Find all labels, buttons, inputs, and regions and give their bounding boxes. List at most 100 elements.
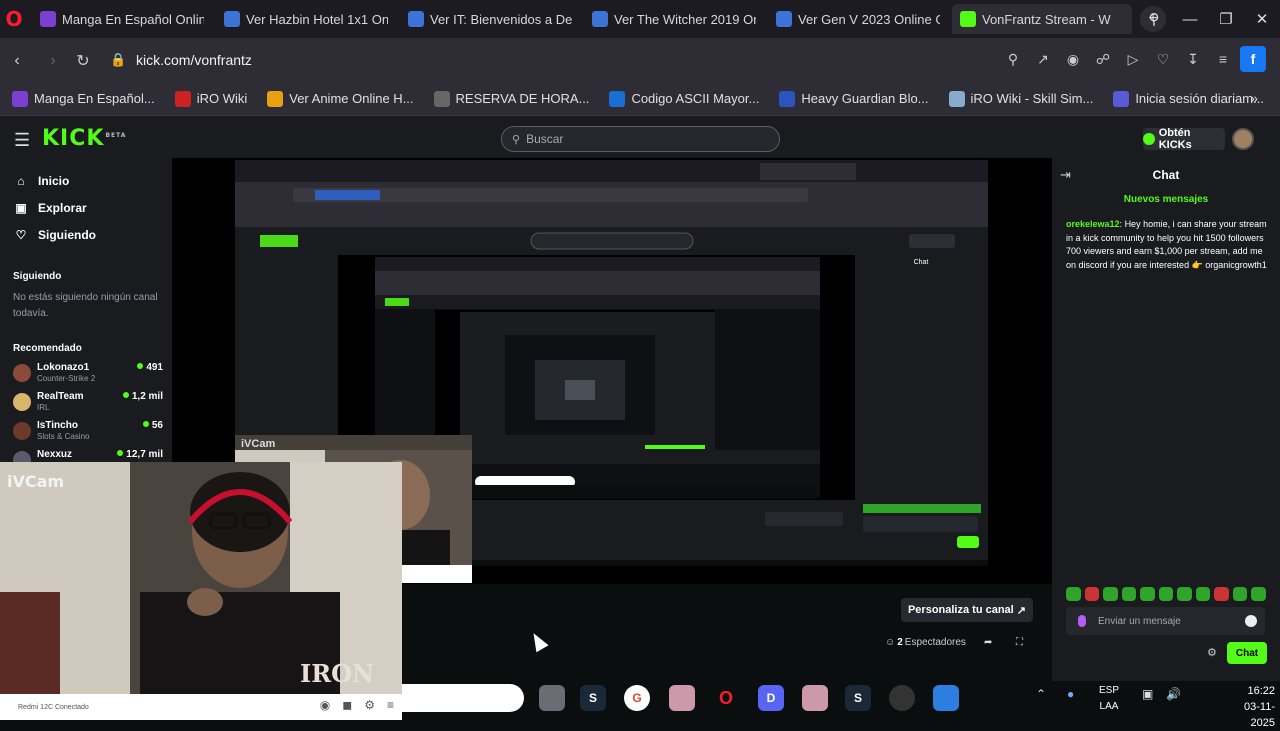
chat-input[interactable]: Enviar un mensaje [1066,607,1265,635]
tray-chevron-icon[interactable]: ⌃ [1036,687,1046,701]
emote-icon[interactable] [1066,587,1081,601]
volume-icon[interactable]: 🔊 [1166,687,1181,701]
bookmark-item[interactable]: Codigo ASCII Mayor... [609,90,759,107]
photo-icon[interactable]: ◉ [320,698,330,712]
shield-icon[interactable]: ☍ [1090,46,1116,72]
emote-icon[interactable] [1140,587,1155,601]
recommended-channel[interactable]: RealTeam IRL 1,2 mil [13,389,163,417]
browser-tab[interactable]: VonFrantz Stream - W [952,4,1132,34]
bookmark-item[interactable]: RESERVA DE HORA... [433,90,589,107]
bookmark-label: Ver Anime Online H... [289,91,414,106]
app-icon[interactable] [669,685,695,711]
emote-icon[interactable] [1084,587,1100,601]
ivcam-status-bar: Redmi 12C Conectado ◉ ◼ ⚙ ≡ [0,694,402,720]
bookmark-item[interactable]: iRO Wiki - Skill Sim... [948,90,1093,107]
kick-logo[interactable]: KICKBETA [42,126,126,151]
camera-icon[interactable]: ◉ [1060,46,1086,72]
browser-tab[interactable]: Ver Hazbin Hotel 1x1 Onli [216,4,396,34]
emote-icon[interactable] [1232,587,1248,601]
emote-icon[interactable] [1195,587,1211,601]
mic-icon[interactable] [1078,615,1086,627]
facebook-icon[interactable]: f [1240,46,1266,72]
bookmark-label: Inicia sesión diariam... [1135,91,1264,106]
back-button[interactable]: ‹ [0,52,34,70]
fullscreen-icon[interactable]: ⛶ [1016,637,1023,648]
bookmark-item[interactable]: Manga En Español... [12,90,155,107]
emote-icon[interactable] [1177,587,1192,601]
play-icon[interactable]: ▷ [1120,46,1146,72]
url-field[interactable]: kick.com/vonfrantz [136,52,252,68]
bookmark-favicon-icon [267,90,284,107]
tab-favicon-icon [776,11,792,27]
share-icon[interactable]: ➦ [984,637,992,648]
bookmarks-more-icon[interactable]: » [1250,90,1258,106]
chat-settings-icon[interactable]: ⚙ [1207,646,1217,659]
menu-icon[interactable]: ☰ [14,130,30,151]
close-window-button[interactable]: ✕ [1244,10,1280,28]
new-messages-banner[interactable]: Nuevos mensajes [1060,194,1272,210]
recommended-channel[interactable]: IsTincho Slots & Casino 56 [13,418,163,446]
bookmark-item[interactable]: Ver Anime Online H... [267,90,414,107]
browser-tab[interactable]: Ver The Witcher 2019 Onli [584,4,764,34]
send-chat-button[interactable]: Chat [1227,642,1267,664]
network-icon[interactable]: ▣ [1142,687,1153,701]
emote-icon[interactable] [1158,587,1174,601]
emote-icon[interactable] [1251,587,1267,601]
lock-icon: 🔒 [110,52,127,67]
channel-category: Counter-Strike 2 [37,374,96,383]
bookmark-item[interactable]: Inicia sesión diariam... [1113,90,1264,107]
ivcam-controls: ◉ ◼ ⚙ ≡ [320,698,394,712]
task-view-icon[interactable] [539,685,565,711]
browser-tab[interactable]: Ver Gen V 2023 Online Gr [768,4,948,34]
ivcam-icon[interactable] [933,685,959,711]
get-kicks-button[interactable]: Obtén KICKs [1143,127,1225,151]
emoji-icon[interactable] [1245,615,1257,627]
heart-icon[interactable]: ♡ [1150,46,1176,72]
user-avatar[interactable] [1232,128,1254,150]
record-icon[interactable]: ◼ [342,698,352,712]
download-icon[interactable]: ↧ [1180,46,1206,72]
forward-button[interactable]: › [36,52,70,70]
webcam-status: Redmi 12C Conectado [18,703,89,711]
recommended-channel[interactable]: Lokonazo1 Counter-Strike 2 491 [13,360,163,388]
easy-setup-icon[interactable]: ≡ [1210,46,1236,72]
nav-siguiendo[interactable]: ♡ Siguiendo [14,228,96,242]
menu-icon[interactable]: ≡ [387,698,394,712]
emote-icon[interactable] [1121,587,1137,601]
reload-button[interactable]: ↻ [66,51,100,71]
chrome-icon[interactable]: G [624,685,650,711]
bookmark-item[interactable]: Heavy Guardian Blo... [779,90,929,107]
opera-icon[interactable]: O [713,685,739,711]
bookmark-favicon-icon [948,90,965,107]
kick-sidebar: ⌂ Inicio ▣ Explorar ♡ Siguiendo Siguiendo N… [0,162,172,469]
bookmark-favicon-icon [1113,90,1130,107]
browser-tab[interactable]: Manga En Español Online [32,4,212,34]
share-icon[interactable]: ↗ [1030,46,1056,72]
emote-icon[interactable] [1214,587,1229,601]
language-indicator[interactable]: ESP LAA [1094,683,1124,715]
compass-icon: ▣ [15,201,27,215]
zoom-icon[interactable]: ⚲ [1000,46,1026,72]
obs-icon[interactable] [889,685,915,711]
settings-icon[interactable]: ⚙ [364,698,375,712]
taskbar-search[interactable] [402,684,524,712]
mic-tray-icon[interactable]: ● [1067,687,1074,701]
search-input[interactable]: ⚲ Buscar [501,126,780,152]
customize-channel-button[interactable]: Personaliza tu canal ↗ [901,598,1033,622]
opera-logo-icon[interactable]: O [0,0,28,38]
bookmark-item[interactable]: iRO Wiki [174,90,247,107]
nav-inicio[interactable]: ⌂ Inicio [14,174,69,188]
steam-icon[interactable]: S [580,685,606,711]
chat-username[interactable]: orekelewa12 [1066,219,1120,229]
steam-icon[interactable]: S [845,685,871,711]
emote-icon[interactable] [1103,587,1118,601]
tab-title: Ver The Witcher 2019 Onli [614,11,756,27]
maximize-button[interactable]: ❐ [1208,10,1244,28]
app-icon[interactable] [802,685,828,711]
discord-icon[interactable]: D [758,685,784,711]
system-clock[interactable]: 16:22 03-11-2025 [1230,683,1275,731]
minimize-button[interactable]: — [1172,11,1208,28]
browser-tab[interactable]: Ver IT: Bienvenidos a Derry [400,4,580,34]
search-tabs-icon[interactable]: ⚲ [1136,10,1172,28]
nav-explorar[interactable]: ▣ Explorar [14,201,86,215]
